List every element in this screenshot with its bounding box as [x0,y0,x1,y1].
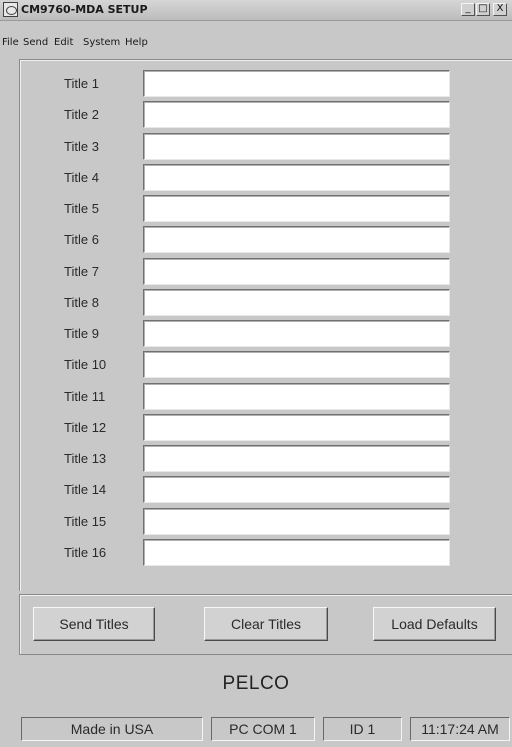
window-title: CM9760-MDA SETUP [21,3,148,16]
title-input-2[interactable] [143,101,450,128]
title-label-5: Title 5 [64,201,99,216]
title-input-13[interactable] [143,445,450,472]
title-label-2: Title 2 [64,107,99,122]
title-label-9: Title 9 [64,326,99,341]
title-input-1[interactable] [143,70,450,97]
title-input-11[interactable] [143,383,450,410]
maximize-button[interactable]: □ [476,3,490,16]
title-label-15: Title 15 [64,514,107,529]
title-input-6[interactable] [143,226,450,253]
title-label-7: Title 7 [64,264,99,279]
status-port: PC COM 1 [211,717,315,741]
title-label-12: Title 12 [64,420,107,435]
title-label-13: Title 13 [64,451,107,466]
title-input-4[interactable] [143,164,450,191]
title-bar[interactable]: CM9760-MDA SETUP _ □ X [0,0,512,21]
title-label-8: Title 8 [64,295,99,310]
menu-help[interactable]: Help [125,37,148,48]
menu-send[interactable]: Send [23,37,48,48]
title-input-9[interactable] [143,320,450,347]
title-label-11: Title 11 [64,389,106,404]
send-titles-button[interactable]: Send Titles [33,607,155,641]
title-label-16: Title 16 [64,545,107,560]
title-input-7[interactable] [143,258,450,285]
status-origin: Made in USA [21,717,203,741]
title-label-10: Title 10 [64,357,107,372]
brand-label: PELCO [222,673,290,694]
title-label-1: Title 1 [64,76,99,91]
title-input-10[interactable] [143,351,450,378]
menu-system[interactable]: System [83,37,120,48]
title-input-15[interactable] [143,508,450,535]
title-input-8[interactable] [143,289,450,316]
menu-file[interactable]: File [2,37,19,48]
title-label-4: Title 4 [64,170,99,185]
close-button[interactable]: X [493,3,507,16]
setup-window: CM9760-MDA SETUP _ □ X File Send Edit Sy… [0,0,512,747]
title-input-12[interactable] [143,414,450,441]
clear-titles-button[interactable]: Clear Titles [204,607,328,641]
menu-edit[interactable]: Edit [54,37,73,48]
title-input-5[interactable] [143,195,450,222]
app-icon[interactable] [3,2,18,17]
title-label-3: Title 3 [64,139,99,154]
title-input-3[interactable] [143,133,450,160]
load-defaults-button[interactable]: Load Defaults [373,607,496,641]
status-time: 11:17:24 AM [410,717,510,741]
title-input-14[interactable] [143,476,450,503]
title-input-16[interactable] [143,539,450,566]
status-id: ID 1 [323,717,402,741]
title-label-6: Title 6 [64,232,99,247]
title-label-14: Title 14 [64,482,107,497]
menu-bar: File Send Edit System Help [0,33,512,51]
minimize-button[interactable]: _ [461,3,475,16]
